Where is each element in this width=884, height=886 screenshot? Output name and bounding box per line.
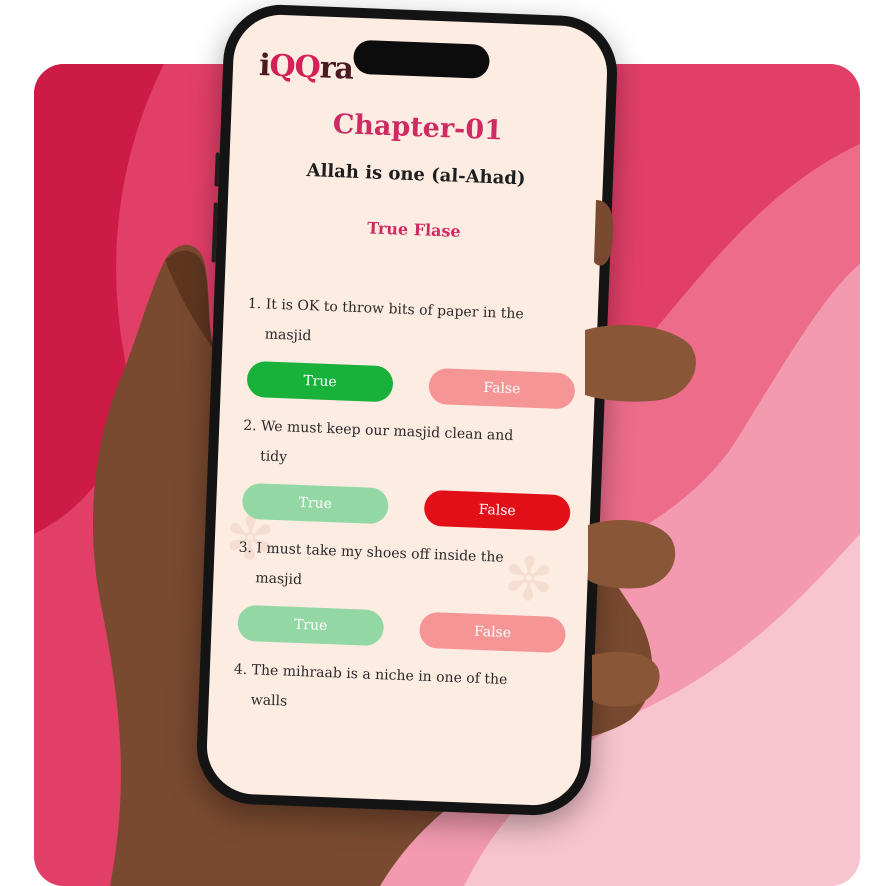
phone-device: iQQra Chapter-01 Allah is one (al-Ahad) … (194, 2, 620, 818)
question-item: 2. We must keep our masjid clean and tid… (240, 411, 576, 532)
false-button[interactable]: False (428, 367, 576, 410)
question-item: 1. It is OK to throw bits of paper in th… (244, 289, 580, 410)
question-line: tidy (259, 448, 288, 466)
phone-side-button (211, 202, 218, 263)
question-text: 4. The mihraab is a niche in one of the … (232, 655, 566, 728)
answer-row: True False (240, 482, 573, 532)
answer-row: True False (235, 604, 568, 654)
question-line: walls (250, 692, 288, 710)
logo-suffix: ra (319, 50, 354, 87)
chapter-title: Chapter-01 (332, 108, 504, 147)
question-line: masjid (264, 326, 312, 345)
question-line: masjid (255, 570, 303, 589)
question-list: 1. It is OK to throw bits of paper in th… (232, 289, 581, 741)
promo-scene: iQQra Chapter-01 Allah is one (al-Ahad) … (0, 0, 884, 886)
section-title: True Flase (366, 218, 462, 241)
true-button[interactable]: True (241, 482, 389, 525)
true-button[interactable]: True (246, 360, 394, 403)
question-text: 2. We must keep our masjid clean and tid… (242, 411, 576, 484)
phone-side-button (214, 152, 220, 187)
question-item: 3. I must take my shoes off inside the m… (235, 533, 571, 654)
question-line: 1. It is OK to throw bits of paper in th… (247, 295, 525, 323)
answer-row: True False (244, 360, 577, 410)
question-line: 3. I must take my shoes off inside the (238, 539, 505, 566)
app-logo[interactable]: iQQra (258, 48, 353, 87)
false-button[interactable]: False (423, 489, 571, 532)
question-line: 4. The mihraab is a niche in one of the (233, 661, 508, 689)
question-text: 1. It is OK to throw bits of paper in th… (246, 289, 580, 362)
dynamic-island (352, 39, 491, 79)
logo-qq: QQ (268, 48, 321, 86)
true-button[interactable]: True (237, 604, 385, 647)
chapter-subtitle: Allah is one (al-Ahad) (306, 159, 526, 190)
question-text: 3. I must take my shoes off inside the m… (237, 533, 571, 606)
false-button[interactable]: False (418, 611, 567, 654)
question-line: 2. We must keep our masjid clean and (242, 417, 514, 445)
phone-screen: iQQra Chapter-01 Allah is one (al-Ahad) … (205, 13, 609, 807)
question-item: 4. The mihraab is a niche in one of the … (232, 655, 566, 728)
